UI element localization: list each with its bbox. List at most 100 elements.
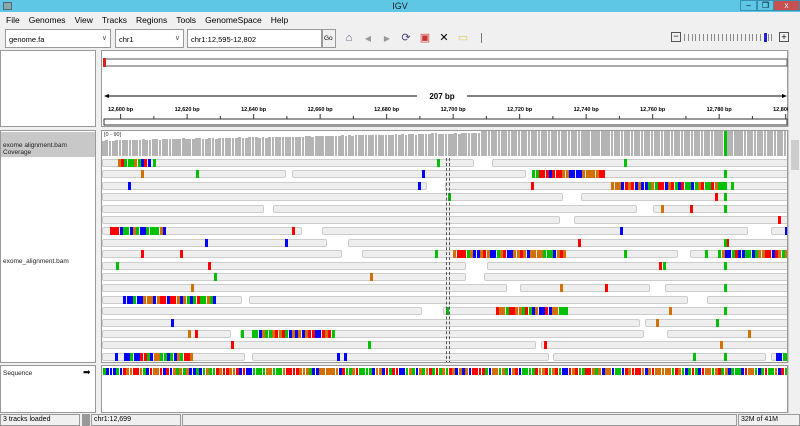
go-button[interactable]: Go — [322, 29, 336, 48]
read[interactable] — [102, 159, 475, 167]
restore-button[interactable]: ❐ — [757, 0, 774, 11]
minimize-button[interactable]: – — [740, 0, 757, 11]
back-icon[interactable]: ◀ — [360, 31, 376, 46]
zoom-tick[interactable] — [714, 34, 716, 41]
read[interactable] — [102, 261, 466, 270]
read[interactable] — [653, 204, 787, 213]
menu-genomes[interactable]: Genomes — [29, 15, 66, 25]
zoom-tick[interactable] — [699, 34, 701, 41]
read[interactable] — [102, 341, 537, 350]
zoom-tick[interactable] — [771, 34, 773, 41]
zoom-tick[interactable] — [741, 34, 742, 41]
read[interactable] — [102, 318, 641, 327]
zoom-tick[interactable] — [760, 34, 761, 41]
read[interactable] — [520, 284, 650, 293]
region-icon[interactable]: ▣ — [417, 31, 433, 46]
read[interactable] — [102, 273, 467, 281]
zoom-tick[interactable] — [687, 34, 689, 41]
zoom-tick[interactable] — [756, 34, 758, 41]
menu-tracks[interactable]: Tracks — [102, 15, 127, 25]
zoom-tick[interactable] — [710, 34, 712, 41]
read[interactable] — [486, 261, 787, 270]
read[interactable] — [581, 193, 787, 202]
sequence-base — [671, 368, 675, 375]
sequence-base — [116, 368, 120, 375]
popup-info-icon[interactable]: ▭ — [455, 31, 471, 46]
forward-icon[interactable]: ▶ — [379, 31, 395, 46]
chromosome-dropdown[interactable]: chr1 ∨ — [115, 29, 184, 48]
sequence-track-name[interactable]: Sequence — [3, 370, 32, 377]
home-icon[interactable]: ⌂ — [341, 31, 357, 46]
zoom-tick[interactable] — [729, 34, 731, 41]
menu-view[interactable]: View — [75, 15, 93, 25]
strand-arrow-icon[interactable]: ➡ — [83, 367, 91, 378]
zoom-tick[interactable] — [725, 34, 727, 41]
zoom-out-icon[interactable]: − — [671, 32, 681, 42]
zoom-tick[interactable] — [744, 34, 746, 41]
zoom-tick[interactable] — [718, 34, 720, 41]
feature-scrollbar[interactable] — [788, 365, 800, 413]
zoom-tick[interactable] — [748, 34, 750, 41]
read[interactable] — [102, 307, 423, 316]
menu-help[interactable]: Help — [271, 15, 288, 25]
read[interactable] — [348, 238, 787, 247]
read[interactable] — [667, 330, 787, 338]
sequence-base — [508, 368, 512, 375]
read[interactable] — [102, 216, 560, 224]
read[interactable] — [102, 204, 265, 213]
span-arrow-left — [104, 94, 109, 98]
menu-file[interactable]: File — [6, 15, 20, 25]
resize-icon[interactable]: ✕ — [436, 31, 452, 46]
coverage-track-name[interactable]: exome alignment.bam Coverage — [1, 132, 95, 157]
zoom-tick[interactable] — [767, 34, 769, 41]
read[interactable] — [272, 204, 637, 213]
read[interactable] — [484, 273, 787, 281]
menu-genomespace[interactable]: GenomeSpace — [205, 15, 262, 25]
read[interactable] — [540, 341, 787, 350]
coverage-bar — [258, 137, 261, 156]
locus-input[interactable]: chr1:12,595-12,802 — [187, 29, 322, 48]
read[interactable] — [102, 193, 563, 202]
sequence-base — [591, 368, 595, 375]
zoom-tick[interactable] — [691, 34, 693, 41]
read[interactable] — [102, 330, 231, 338]
read[interactable] — [707, 295, 787, 304]
sequence-base — [212, 368, 216, 375]
zoom-tick[interactable] — [706, 34, 708, 41]
chromosome-ideogram[interactable] — [103, 58, 788, 67]
read[interactable] — [102, 181, 427, 190]
zoom-tick[interactable] — [763, 33, 767, 42]
menu-tools[interactable]: Tools — [176, 15, 196, 25]
header-scrollbar[interactable] — [788, 50, 800, 127]
menu-regions[interactable]: Regions — [136, 15, 167, 25]
coverage-track[interactable] — [102, 131, 787, 157]
zoom-tick[interactable] — [695, 34, 697, 41]
zoom-tick[interactable] — [737, 34, 739, 41]
read[interactable] — [248, 295, 688, 304]
read[interactable] — [102, 250, 342, 259]
read[interactable] — [291, 170, 527, 179]
alignment-track[interactable] — [102, 158, 787, 362]
genome-dropdown[interactable]: genome.fa ∨ — [5, 29, 111, 48]
zoom-tick[interactable] — [733, 34, 735, 41]
zoom-tick[interactable] — [722, 34, 723, 41]
close-button[interactable]: x — [773, 0, 800, 11]
read[interactable] — [322, 227, 748, 236]
read[interactable] — [491, 159, 787, 167]
scrollbar-thumb[interactable] — [791, 140, 799, 170]
read[interactable] — [102, 170, 287, 179]
read[interactable] — [252, 352, 550, 361]
zoom-slider[interactable] — [684, 33, 776, 42]
read[interactable] — [553, 352, 766, 361]
refresh-icon[interactable]: ⟳ — [398, 31, 414, 46]
data-scrollbar[interactable] — [788, 130, 800, 363]
sequence-base — [232, 368, 236, 375]
zoom-in-icon[interactable]: + — [779, 32, 789, 42]
read[interactable] — [102, 238, 327, 247]
read[interactable] — [573, 216, 787, 224]
zoom-tick[interactable] — [703, 34, 704, 41]
zoom-tick[interactable] — [684, 34, 685, 41]
chevron-down-icon: ∨ — [101, 35, 107, 42]
alignment-track-name[interactable]: exome_alignment.bam — [3, 258, 69, 265]
zoom-tick[interactable] — [752, 34, 754, 41]
